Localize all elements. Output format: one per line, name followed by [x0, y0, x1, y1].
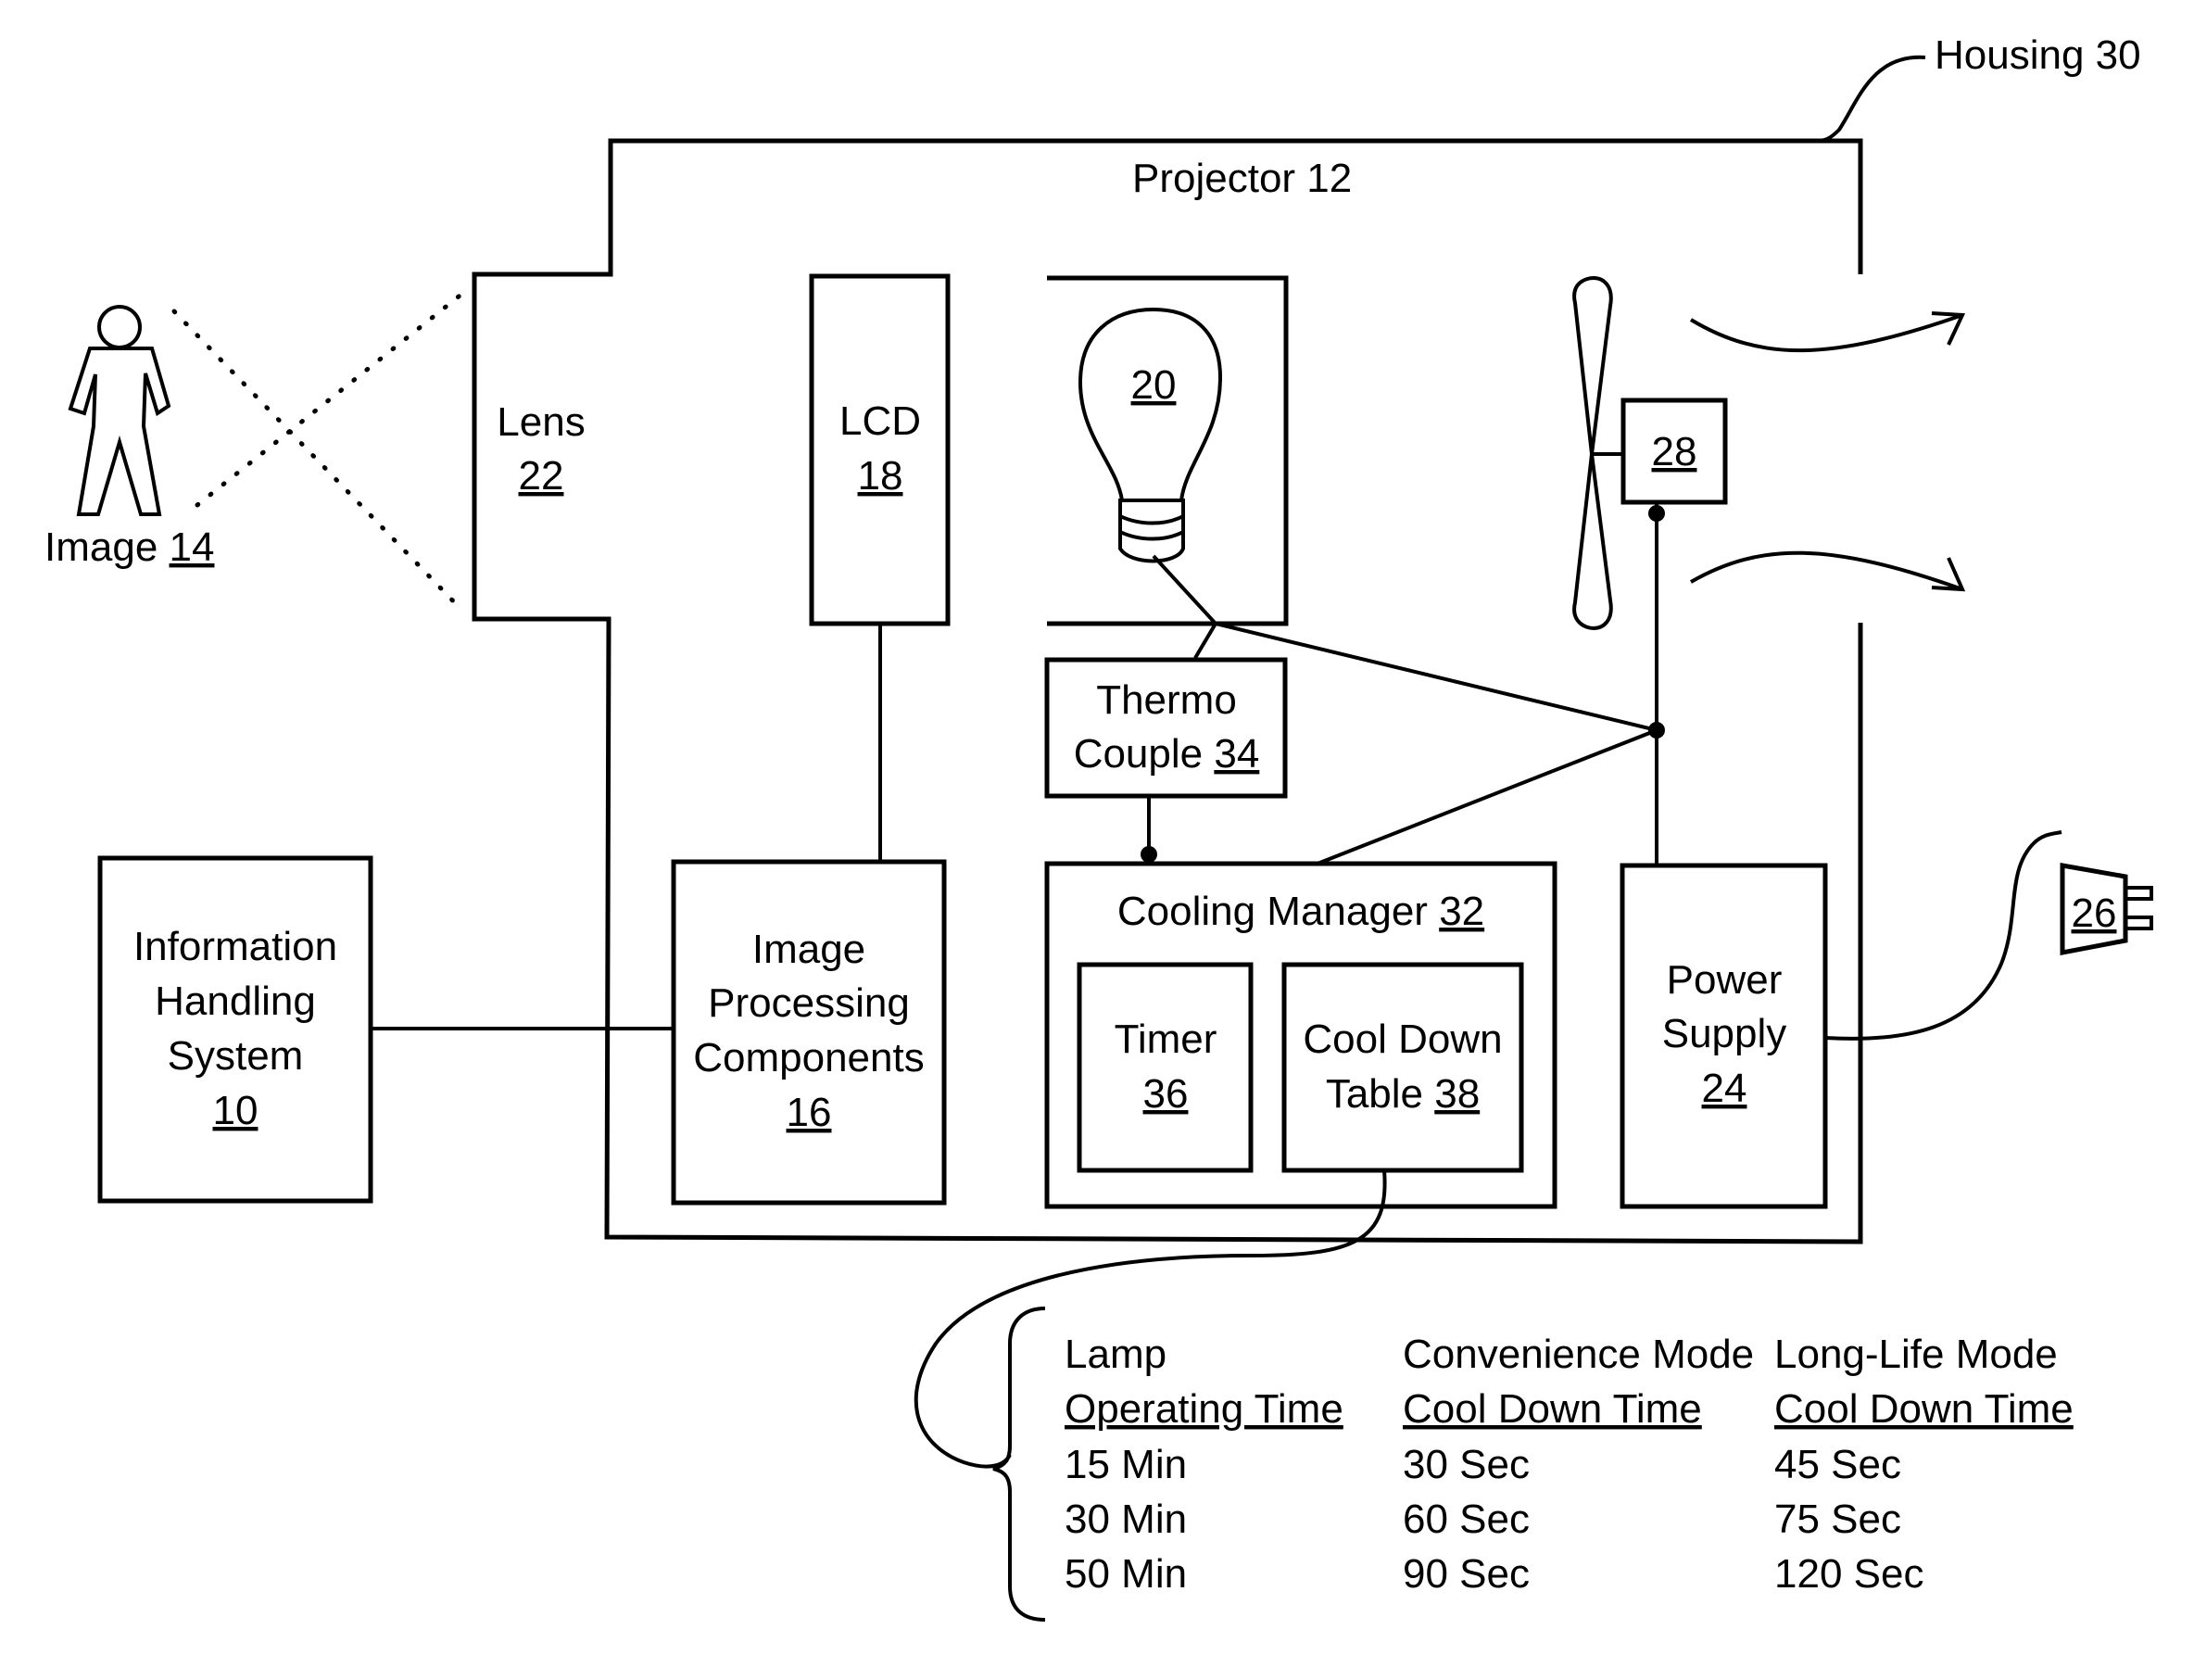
table-header-col1-line2: Operating Time: [1065, 1386, 1343, 1432]
projector-cooling-diagram: Housing 30 Projector 12 Image 14 Lens 22…: [44, 32, 2153, 1622]
table-cell: 120 Sec: [1774, 1551, 1923, 1597]
power-supply-label-2: Supply: [1662, 1011, 1787, 1056]
table-header-col3-line2: Cool Down Time: [1774, 1386, 2074, 1432]
fan-motor-number: 28: [1652, 429, 1697, 474]
lamp-number: 20: [1131, 362, 1177, 408]
lcd-number: 18: [858, 453, 903, 499]
airflow-arrow-lower: [1690, 550, 1966, 592]
cooling-manager-label: Cooling Manager 32: [1117, 889, 1484, 934]
power-supply-label-1: Power: [1667, 957, 1783, 1003]
table-cell: 75 Sec: [1774, 1497, 1901, 1542]
table-cell: 15 Min: [1065, 1442, 1187, 1487]
image-processing-components-box: [671, 859, 947, 1206]
cool-down-table-label-2: Table 38: [1326, 1071, 1480, 1117]
table-cell: 30 Min: [1065, 1497, 1187, 1542]
ihs-label-1: Information: [133, 924, 337, 969]
table-header-col2-line2: Cool Down Time: [1403, 1386, 1702, 1432]
thermocouple-label-1: Thermo: [1096, 677, 1237, 723]
timer-number: 36: [1143, 1071, 1189, 1117]
timer-label: Timer: [1115, 1017, 1217, 1062]
table-header-col2-line1: Convenience Mode: [1403, 1332, 1754, 1377]
ihs-label-3: System: [168, 1033, 304, 1079]
lcd-box: [809, 273, 951, 626]
lamp-to-thermo-wire: [1193, 622, 1217, 660]
power-supply-number: 24: [1702, 1066, 1747, 1111]
thermocouple-label-2: Couple 34: [1074, 731, 1260, 777]
table-header-col3-line1: Long-Life Mode: [1774, 1332, 2058, 1377]
ipc-label-1: Image: [752, 927, 865, 972]
cooling-manager-wire: [1317, 728, 1658, 865]
cool-down-table: Lamp Operating Time Convenience Mode Coo…: [1065, 1332, 2074, 1597]
table-cell: 90 Sec: [1403, 1551, 1530, 1597]
plug-number: 26: [2072, 891, 2117, 936]
table-cell: 45 Sec: [1774, 1442, 1901, 1487]
housing-label: Housing 30: [1935, 32, 2141, 78]
table-cell: 60 Sec: [1403, 1497, 1530, 1542]
person-icon: [68, 305, 171, 516]
projection-ray-upper: [171, 309, 466, 614]
ipc-number: 16: [787, 1090, 832, 1135]
lcd-label: LCD: [839, 398, 921, 444]
image-label: Image 14: [44, 524, 214, 570]
cool-down-table-label-1: Cool Down: [1303, 1017, 1502, 1062]
lamp-bulb-icon: [1078, 307, 1223, 563]
timer-box: [1077, 962, 1254, 1173]
housing-leader: [1815, 55, 1926, 143]
ihs-number: 10: [213, 1088, 258, 1133]
thermo-node: [1141, 846, 1157, 863]
projection-ray-lower: [195, 290, 466, 508]
cool-down-table-box: [1281, 962, 1524, 1173]
airflow-arrow-upper: [1689, 311, 1966, 353]
projector-label: Projector 12: [1132, 156, 1352, 201]
table-cell: 50 Min: [1065, 1551, 1187, 1597]
lens-label: Lens: [497, 399, 585, 445]
information-handling-system-box: [97, 855, 373, 1204]
ihs-label-2: Handling: [155, 979, 316, 1024]
ipc-label-2: Processing: [708, 980, 910, 1026]
ipc-label-3: Components: [693, 1035, 924, 1080]
lens-number: 22: [519, 453, 564, 499]
table-brace: [992, 1307, 1046, 1622]
table-header-col1-line1: Lamp: [1065, 1332, 1166, 1377]
table-cell: 30 Sec: [1403, 1442, 1530, 1487]
